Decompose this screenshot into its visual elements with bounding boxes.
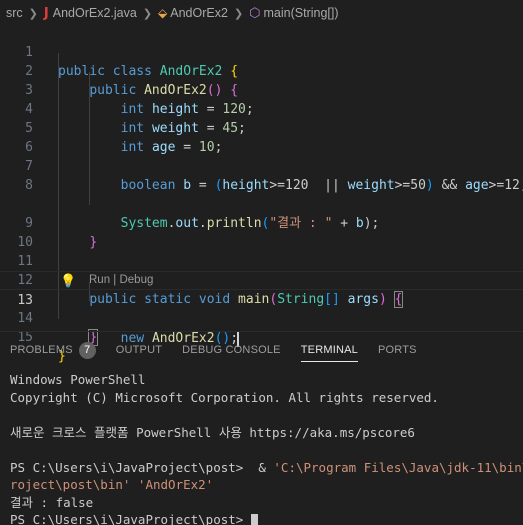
panel-tabs: PROBLEMS 7 OUTPUT DEBUG CONSOLE TERMINAL … xyxy=(0,332,523,368)
code-line: 15 } xyxy=(0,309,523,364)
code-line-current: 13 💡 new AndOrEx2(); xyxy=(0,271,523,347)
code-line: 5 int age = 10; xyxy=(0,100,523,155)
code-line: 1 public class AndOrEx2 { xyxy=(0,24,523,79)
code-line: 7 boolean b = (height>=120 || weight>=50… xyxy=(0,138,523,193)
tab-terminal[interactable]: TERMINAL xyxy=(300,332,359,368)
lightbulb-icon[interactable]: 💡 xyxy=(60,272,76,291)
breadcrumb-method[interactable]: main(String[]) xyxy=(264,6,339,20)
code-line: 9 } xyxy=(0,195,523,250)
code-line: 11 Run | Debug xyxy=(0,233,523,286)
breadcrumb-folder[interactable]: src xyxy=(6,6,23,20)
chevron-right-icon: ❯ xyxy=(233,7,244,20)
code-line: 6 xyxy=(0,119,523,155)
method-icon: ⬡ xyxy=(249,5,261,20)
terminal-prompt: PS C:\Users\i\JavaProject\post> xyxy=(10,511,523,525)
breadcrumb: src ❯ J AndOrEx2.java ❯ ⬙ AndOrEx2 ❯ ⬡ m… xyxy=(0,0,523,26)
code-line: 14 } xyxy=(0,290,523,346)
terminal-line: PS C:\Users\i\JavaProject\post> & 'C:\Pr… xyxy=(10,459,523,475)
tab-output[interactable]: OUTPUT xyxy=(116,332,162,368)
java-file-icon: J xyxy=(43,5,49,21)
code-line: 12 public static void main(String[] args… xyxy=(0,252,523,308)
code-line: 3 int height = 120; xyxy=(0,62,523,117)
terminal-line: Copyright (C) Microsoft Corporation. All… xyxy=(10,389,439,405)
code-line: 2 public AndOrEx2() { xyxy=(0,43,523,98)
chevron-right-icon: ❯ xyxy=(28,7,38,20)
chevron-right-icon: ❯ xyxy=(142,7,153,20)
code-line: 10 xyxy=(0,214,523,250)
tab-debug-console[interactable]: DEBUG CONSOLE xyxy=(182,332,281,368)
code-editor[interactable]: 1 public class AndOrEx2 { 2 public AndOr… xyxy=(0,24,523,364)
terminal-line: Windows PowerShell xyxy=(10,372,146,387)
class-icon: ⬙ xyxy=(158,6,168,20)
breadcrumb-class[interactable]: AndOrEx2 xyxy=(170,6,228,20)
breadcrumb-file[interactable]: AndOrEx2.java xyxy=(53,6,137,20)
problems-count-badge: 7 xyxy=(78,341,96,359)
terminal[interactable]: Windows PowerShell Copyright (C) Microso… xyxy=(10,371,523,525)
code-line: System.out.println("결과 : " + b); xyxy=(0,176,523,231)
code-line: 8 xyxy=(0,157,523,193)
terminal-output: 결과 : false xyxy=(10,494,94,510)
tab-problems[interactable]: PROBLEMS 7 xyxy=(10,332,96,368)
terminal-line: roject\post\bin' 'AndOrEx2' xyxy=(10,477,214,492)
terminal-line: 새로운 크로스 플랫폼 PowerShell 사용 https://aka.ms… xyxy=(10,424,415,440)
code-line: 4 int weight = 45; xyxy=(0,81,523,136)
terminal-cursor xyxy=(250,513,258,525)
tab-ports[interactable]: PORTS xyxy=(378,332,417,368)
